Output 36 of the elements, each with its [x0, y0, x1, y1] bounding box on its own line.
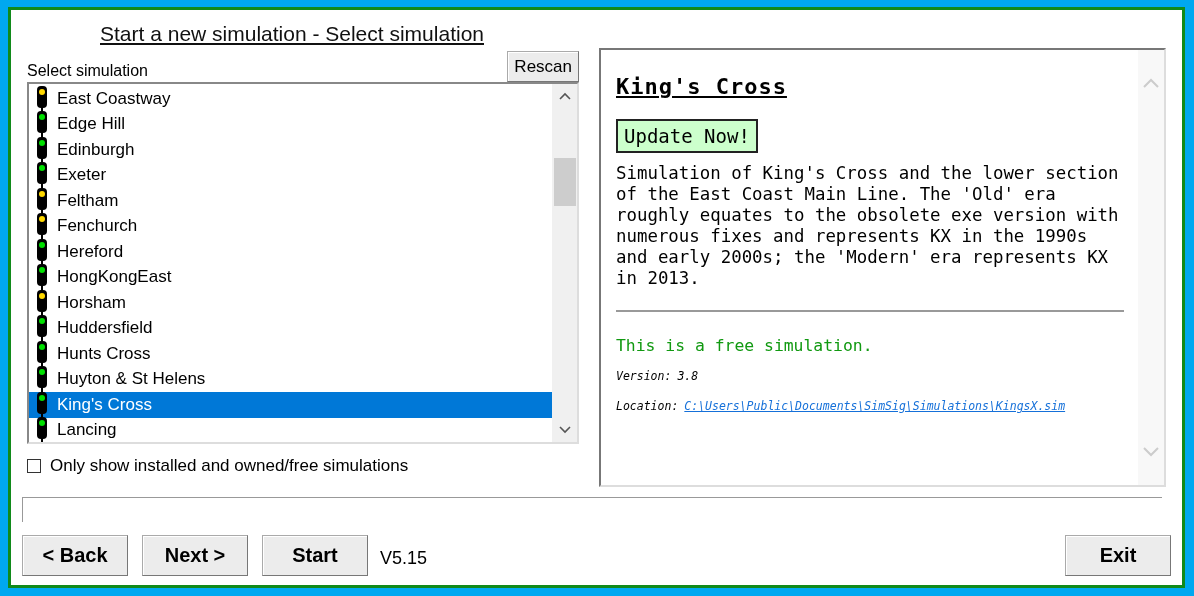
- version-label: Version:: [616, 369, 672, 383]
- exit-button[interactable]: Exit: [1065, 535, 1171, 576]
- nav-button[interactable]: Next >: [142, 535, 248, 576]
- filter-checkbox[interactable]: Only show installed and owned/free simulations: [27, 456, 579, 476]
- simulation-item[interactable]: Hunts Cross: [29, 341, 552, 367]
- location-label: Location:: [616, 399, 679, 413]
- scrollbar[interactable]: [552, 84, 577, 442]
- location-link[interactable]: C:\Users\Public\Documents\SimSig\Simulations\KingsX.sim: [684, 399, 1066, 413]
- description: Simulation of King's Cross and the lower section of the East Coast Main Line. The 'Old' era roughly equates to the obsolete exe version with numerous fixes and represents KX in the 1990s and early 2000s; the 'Modern' era represents KX in 2013.: [616, 163, 1120, 289]
- simulation-item[interactable]: East Coastway: [29, 86, 552, 112]
- update-button[interactable]: Update Now!: [616, 119, 758, 153]
- simulation-item[interactable]: Exeter: [29, 162, 552, 188]
- nav-button[interactable]: Start: [262, 535, 368, 576]
- scroll-down-icon[interactable]: [558, 426, 571, 434]
- simulation-item[interactable]: Huddersfield: [29, 315, 552, 341]
- simulation-item[interactable]: Hereford: [29, 239, 552, 265]
- scroll-thumb[interactable]: [553, 158, 576, 206]
- list-label: Select simulation: [27, 62, 148, 81]
- rescan-button[interactable]: Rescan: [507, 51, 579, 82]
- scroll-up-icon[interactable]: [558, 92, 571, 100]
- simulation-item[interactable]: Fenchurch: [29, 213, 552, 239]
- version-text: V5.15: [380, 547, 428, 569]
- simulation-item[interactable]: Lancing: [29, 417, 552, 442]
- licence-text: This is a free simulation.: [616, 336, 874, 355]
- version-value: 3.8: [677, 369, 699, 383]
- simulation-item[interactable]: King's Cross: [29, 392, 552, 418]
- nav-button[interactable]: < Back: [22, 535, 128, 576]
- simulation-item[interactable]: Edge Hill: [29, 111, 552, 137]
- simulation-item[interactable]: HongKongEast: [29, 264, 552, 290]
- simulation-item[interactable]: Horsham: [29, 290, 552, 316]
- simulation-item[interactable]: Huyton & St Helens: [29, 366, 552, 392]
- simulation-heading: King's Cross: [616, 74, 788, 99]
- simulation-item[interactable]: Feltham: [29, 188, 552, 214]
- checkbox[interactable]: [27, 459, 41, 473]
- simulation-item[interactable]: Edinburgh: [29, 137, 552, 163]
- page-title: Start a new simulation - Select simulation: [100, 22, 484, 46]
